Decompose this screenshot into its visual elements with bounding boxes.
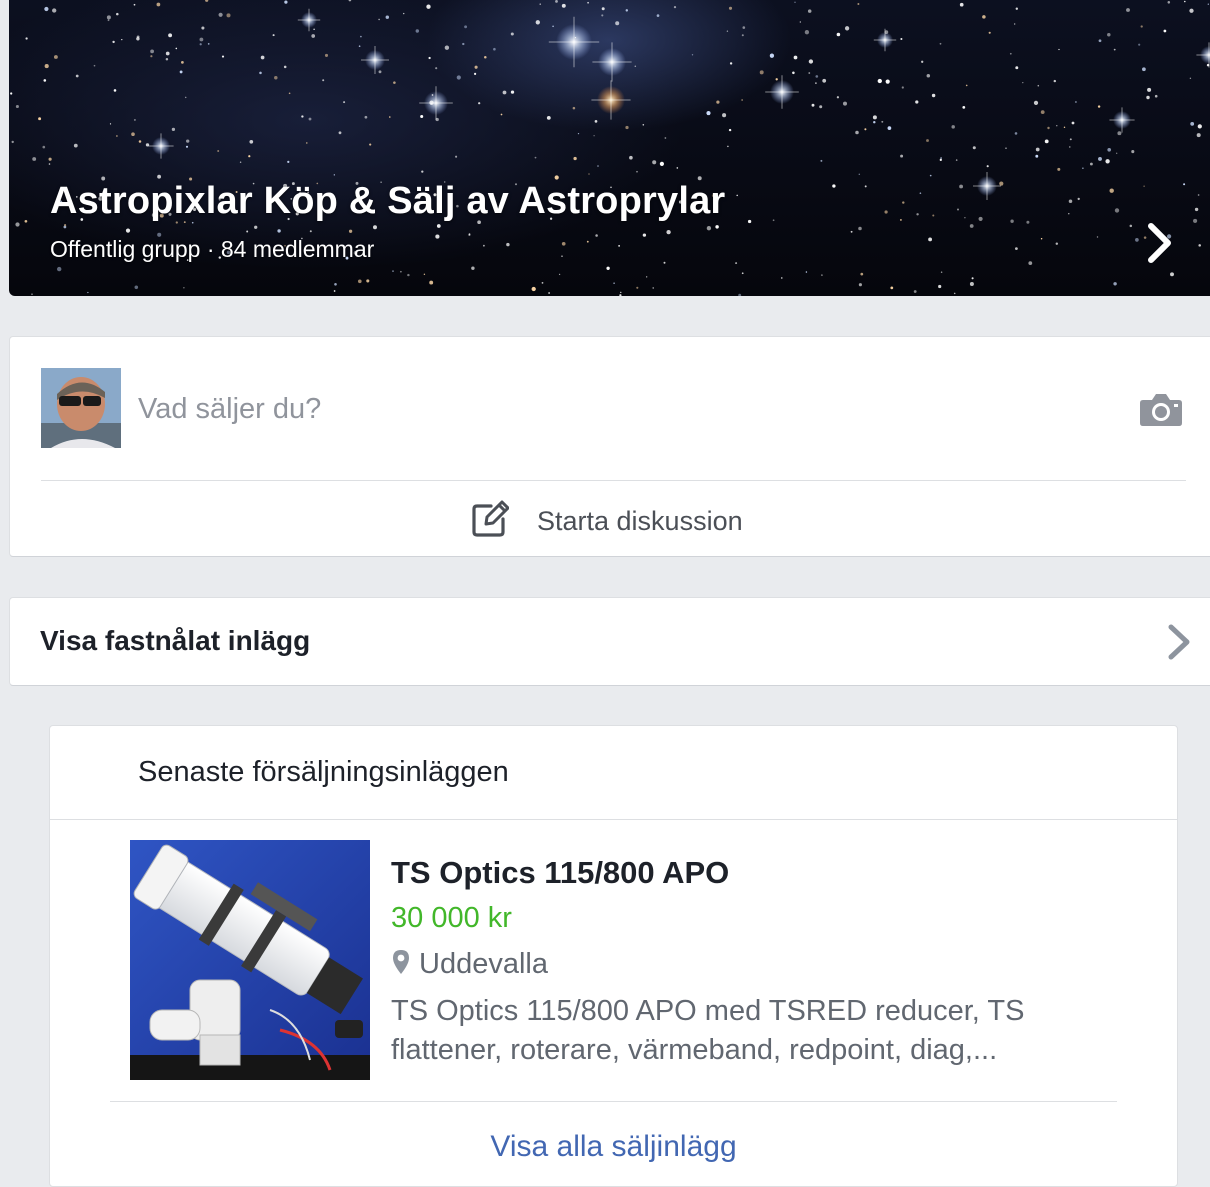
camera-icon[interactable] [1139, 391, 1183, 432]
sales-header: Senaste försäljningsinläggen [138, 756, 509, 788]
listing-title: TS Optics 115/800 APO [391, 855, 730, 890]
avatar[interactable] [41, 368, 121, 448]
post-composer: Starta diskussion [9, 336, 1210, 557]
see-all-sales-link[interactable]: Visa alla säljinlägg [50, 1130, 1177, 1164]
latest-sales-card: Senaste försäljningsinläggen TS Optics 1… [49, 725, 1178, 1187]
pinned-posts-row[interactable]: Visa fastnålat inlägg [9, 597, 1210, 686]
listing-location-text: Uddevalla [419, 948, 548, 980]
edit-icon [471, 500, 510, 543]
divider [50, 819, 1177, 820]
group-subtitle: Offentlig grupp · 84 medlemmar [50, 236, 375, 262]
map-pin-icon [391, 949, 411, 980]
chevron-right-icon [1165, 623, 1195, 666]
listing-photo [130, 840, 370, 1080]
sale-listing[interactable]: TS Optics 115/800 APO 30 000 kr Uddevall… [130, 840, 1130, 1080]
group-cover[interactable]: Astropixlar Köp & Sälj av Astroprylar Of… [9, 0, 1210, 296]
start-discussion-button[interactable]: Starta diskussion [471, 497, 743, 545]
group-title: Astropixlar Köp & Sälj av Astroprylar [50, 180, 726, 222]
listing-price: 30 000 kr [391, 902, 512, 934]
divider [41, 480, 1186, 481]
listing-description: TS Optics 115/800 APO med TSRED reducer,… [391, 995, 1025, 1066]
sell-input[interactable] [138, 385, 1098, 433]
chevron-right-icon[interactable] [1139, 222, 1179, 269]
start-discussion-label: Starta diskussion [537, 505, 743, 536]
pinned-posts-label: Visa fastnålat inlägg [40, 625, 311, 656]
listing-location: Uddevalla [391, 948, 548, 981]
divider [110, 1101, 1117, 1102]
